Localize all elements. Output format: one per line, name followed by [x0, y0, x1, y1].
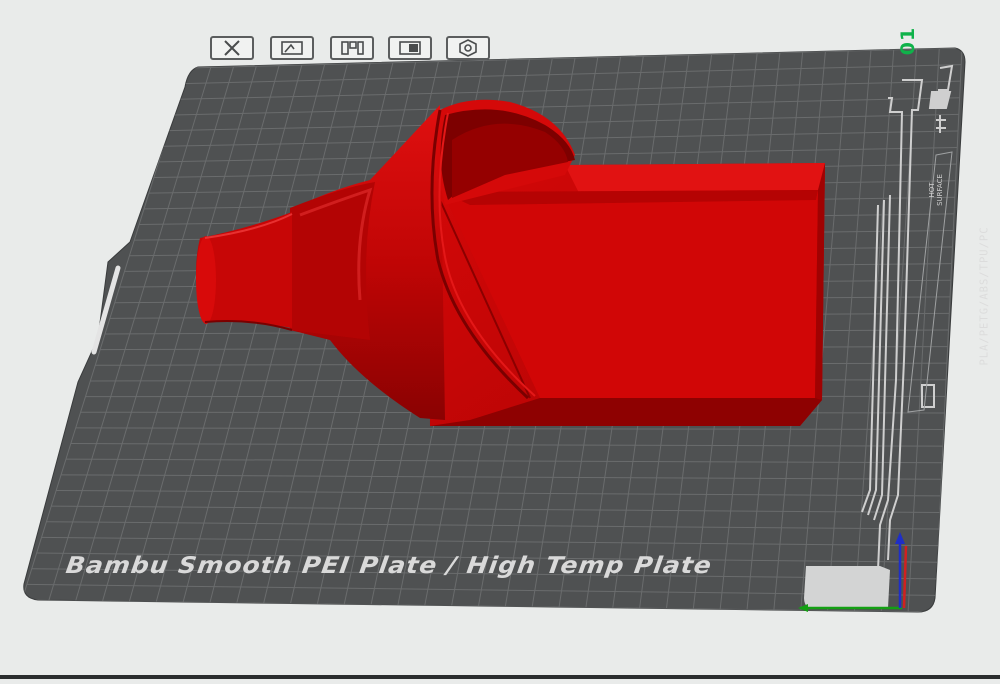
hex-nut-icon [453, 39, 483, 57]
arrange-button[interactable] [330, 36, 374, 60]
hot-surface-warning: HOT SURFACE [928, 174, 944, 206]
hot-label: HOT [928, 182, 936, 197]
origin-corner-pad [804, 566, 890, 608]
surface-label: SURFACE [936, 174, 944, 206]
x-box-icon [217, 39, 247, 57]
orient-icon [395, 39, 425, 57]
plate-settings-button[interactable] [446, 36, 490, 60]
3d-viewport[interactable]: 01 Bambu Smooth PEI Plate / High Temp Pl… [0, 0, 1000, 679]
plate-type-label: Bambu Smooth PEI Plate / High Temp Plate [64, 552, 768, 579]
window-bottom-border [0, 675, 1000, 679]
orient-button[interactable] [388, 36, 432, 60]
pick-icon [277, 39, 307, 57]
material-compatibility-label: PLA/PETG/ABS/TPU/PC [979, 226, 991, 365]
pick-objects-button[interactable] [270, 36, 314, 60]
plate-number[interactable]: 01 [897, 27, 919, 55]
arrange-icon [337, 39, 367, 57]
remove-plate-button[interactable] [210, 36, 254, 60]
